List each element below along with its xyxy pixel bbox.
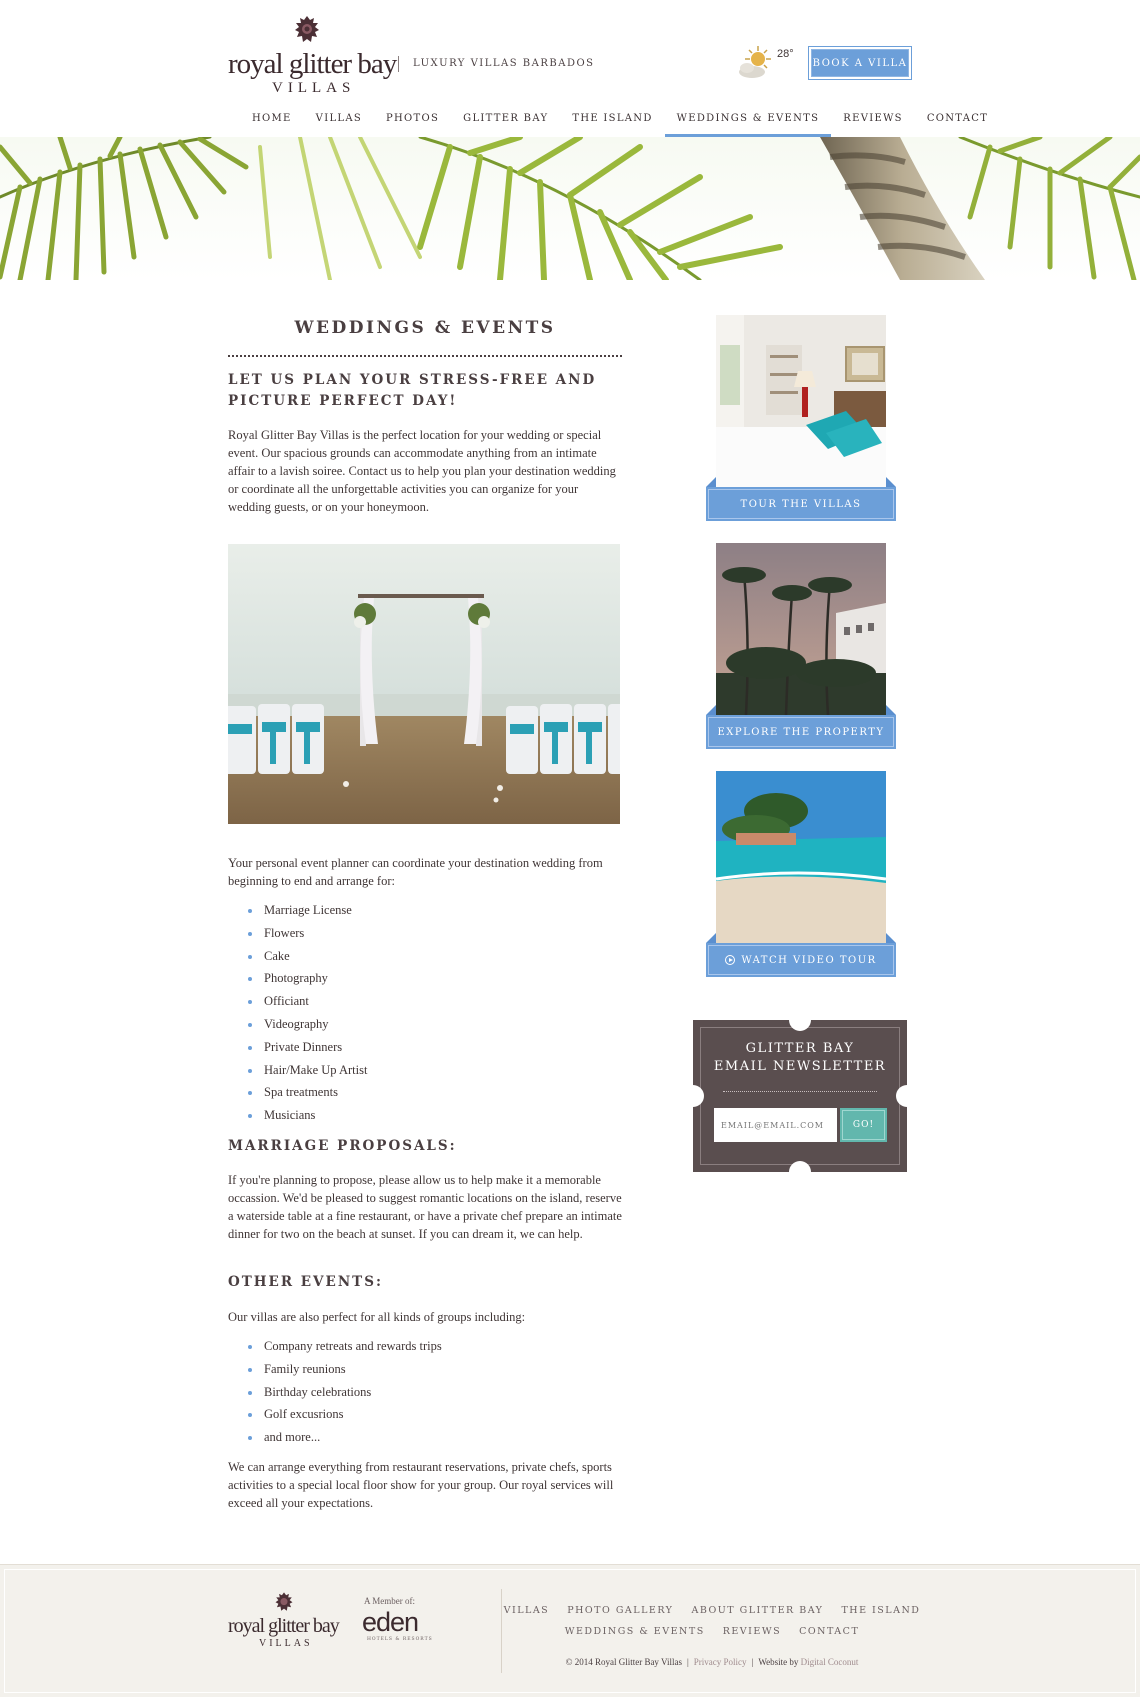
proposals-heading: MARRIAGE PROPOSALS: <box>228 1138 457 1154</box>
list-item: Flowers <box>247 924 367 947</box>
closing-paragraph: We can arrange everything from restauran… <box>228 1460 614 1510</box>
book-a-villa-button[interactable]: BOOK A VILLA <box>808 46 912 80</box>
footer-link-contact[interactable]: CONTACT <box>790 1626 868 1637</box>
footer-link-reviews[interactable]: REVIEWS <box>714 1626 790 1637</box>
newsletter-box: GLITTER BAY EMAIL NEWSLETTER GO! <box>682 1009 918 1183</box>
site-header: royal glitter bay VILLAS LUXURY VILLAS B… <box>0 0 1140 137</box>
other-events-heading: OTHER EVENTS: <box>228 1274 383 1290</box>
nav-reviews[interactable]: REVIEWS <box>831 106 915 137</box>
crest-icon <box>275 1592 293 1611</box>
nav-photos[interactable]: PHOTOS <box>374 106 451 137</box>
member-label: A Member of: <box>364 1596 415 1606</box>
proposals-paragraph: If you're planning to propose, please al… <box>228 1173 622 1241</box>
villa-bedroom-photo <box>716 315 886 487</box>
eden-logo[interactable]: eden <box>362 1607 419 1638</box>
hero-palm-banner <box>0 137 1140 280</box>
tour-villas-button[interactable]: TOUR THE VILLAS <box>706 487 896 521</box>
site-tagline: LUXURY VILLAS BARBADOS <box>398 56 595 72</box>
list-item: Family reunions <box>248 1360 442 1383</box>
list-item: Hair/Make Up Artist <box>247 1061 367 1084</box>
nav-home[interactable]: HOME <box>240 106 304 137</box>
title-divider <box>228 355 622 357</box>
intro-heading: LET US PLAN YOUR STRESS-FREE AND PICTURE… <box>228 372 597 409</box>
weather-widget: 28° <box>736 44 796 84</box>
footer-links-row-1: VILLAS PHOTO GALLERY ABOUT GLITTER BAY T… <box>504 1605 919 1616</box>
newsletter-title: GLITTER BAY EMAIL NEWSLETTER <box>713 1041 887 1074</box>
footer-link-villas[interactable]: VILLAS <box>495 1605 559 1616</box>
footer-logo-wordmark: royal glitter bay <box>228 1615 340 1637</box>
privacy-policy-link[interactable]: Privacy Policy <box>694 1657 747 1667</box>
list-item: Marriage License <box>247 901 367 924</box>
main-nav: HOME VILLAS PHOTOS GLITTER BAY THE ISLAN… <box>240 106 1000 137</box>
page-title: WEDDINGS & EVENTS <box>294 318 556 338</box>
footer-logo-villas: VILLAS <box>259 1638 313 1649</box>
list-item: and more... <box>248 1428 442 1451</box>
palm-fronds-image <box>0 137 1140 280</box>
beach-wedding-photo <box>228 544 620 824</box>
list-item: Musicians <box>247 1106 367 1129</box>
newsletter-email-input[interactable] <box>714 1108 837 1142</box>
weather-temp: 28° <box>777 48 794 60</box>
nav-glitter-bay[interactable]: GLITTER BAY <box>451 106 560 137</box>
footer-links-row-2: WEDDINGS & EVENTS REVIEWS CONTACT <box>520 1626 904 1637</box>
crest-icon <box>295 16 319 42</box>
logo-wordmark: royal glitter bay <box>228 48 397 80</box>
nav-villas[interactable]: VILLAS <box>304 106 374 137</box>
nav-the-island[interactable]: THE ISLAND <box>560 106 664 137</box>
site-logo[interactable]: royal glitter bay VILLAS <box>228 14 397 96</box>
footer-logo[interactable]: royal glitter bay VILLAS <box>228 1591 348 1655</box>
explore-property-button[interactable]: EXPLORE THE PROPERTY <box>706 715 896 749</box>
list-item: Officiant <box>247 992 367 1015</box>
site-footer: royal glitter bay VILLAS A Member of: ed… <box>0 1564 1140 1697</box>
beach-photo <box>716 771 886 943</box>
list-item: Cake <box>247 947 367 970</box>
list-item: Birthday celebrations <box>248 1383 442 1406</box>
footer-link-the-island[interactable]: THE ISLAND <box>832 1605 929 1616</box>
eden-logo-sub: HOTELS & RESORTS <box>367 1637 433 1642</box>
list-item: Videography <box>247 1015 367 1038</box>
list-item: Golf excusrions <box>248 1405 442 1428</box>
services-list: Marriage License Flowers Cake Photograph… <box>247 901 367 1129</box>
list-item: Company retreats and rewards trips <box>248 1337 442 1360</box>
list-item: Spa treatments <box>247 1083 367 1106</box>
agency-link[interactable]: Digital Coconut <box>801 1657 859 1667</box>
watch-video-tour-button[interactable]: WATCH VIDEO TOUR <box>706 943 896 977</box>
other-events-paragraph: Our villas are also perfect for all kind… <box>228 1310 526 1324</box>
groups-list: Company retreats and rewards trips Famil… <box>248 1337 442 1451</box>
newsletter-go-button[interactable]: GO! <box>840 1108 887 1142</box>
copyright-text: © 2014 Royal Glitter Bay Villas <box>565 1657 682 1667</box>
property-palms-photo <box>716 543 886 715</box>
list-item: Private Dinners <box>247 1038 367 1061</box>
intro-paragraph: Royal Glitter Bay Villas is the perfect … <box>228 428 616 514</box>
watch-video-tour-label: WATCH VIDEO TOUR <box>741 954 877 966</box>
list-item: Photography <box>247 969 367 992</box>
website-by-text: Website by <box>758 1657 799 1667</box>
copyright-line: © 2014 Royal Glitter Bay Villas | Privacy … <box>565 1657 859 1667</box>
footer-link-about[interactable]: ABOUT GLITTER BAY <box>682 1605 832 1616</box>
footer-link-photo-gallery[interactable]: PHOTO GALLERY <box>558 1605 682 1616</box>
play-icon <box>725 955 736 965</box>
nav-weddings-events[interactable]: WEDDINGS & EVENTS <box>664 106 832 137</box>
footer-link-weddings[interactable]: WEDDINGS & EVENTS <box>556 1626 714 1637</box>
nav-contact[interactable]: CONTACT <box>915 106 1000 137</box>
logo-villas: VILLAS <box>272 80 356 96</box>
sun-cloud-icon <box>739 46 771 78</box>
planner-paragraph: Your personal event planner can coordina… <box>228 856 603 888</box>
